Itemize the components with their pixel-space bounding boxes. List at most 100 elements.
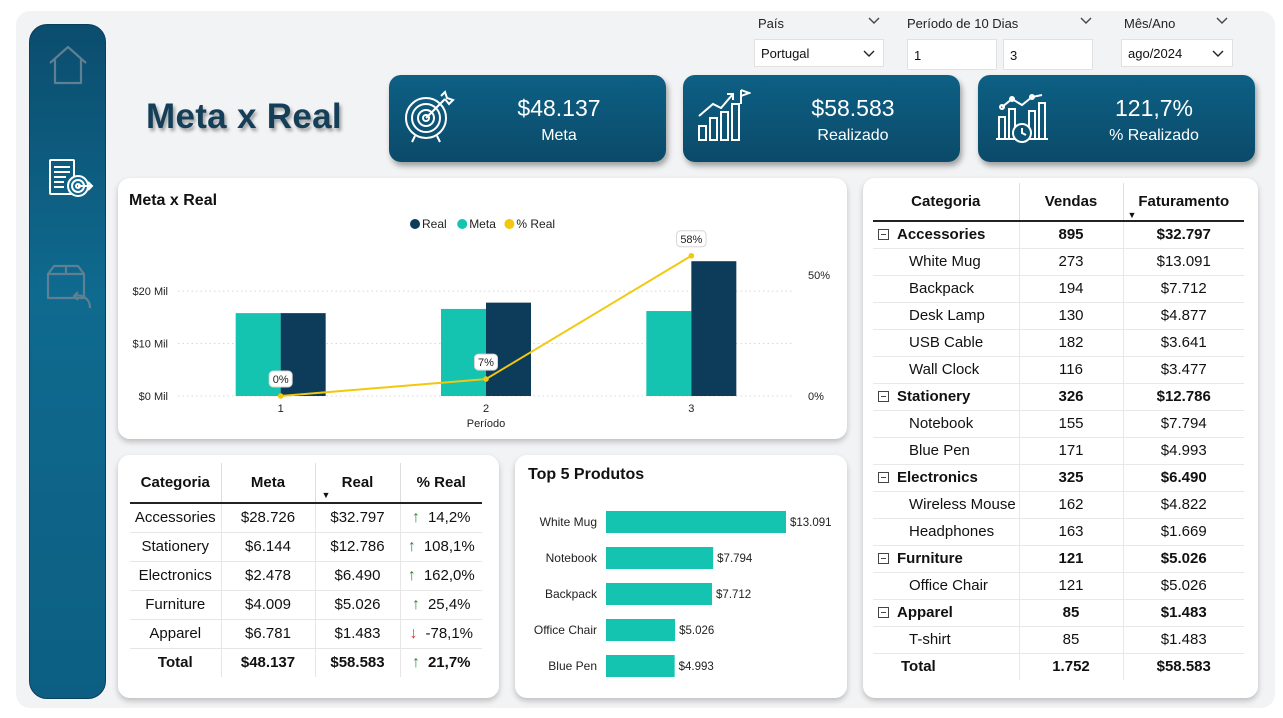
product-bar[interactable] [606, 583, 713, 605]
matrix-col-categoria[interactable]: Categoria [873, 183, 1020, 222]
periodo-to-input[interactable]: 3 [1003, 39, 1093, 70]
legend-label[interactable]: Meta [469, 217, 496, 231]
pct-value: 21,7% [427, 653, 471, 671]
mes-ano-dropdown-value: ago/2024 [1128, 46, 1183, 61]
matrix-item-row[interactable]: White Mug 273 $13.091 [873, 248, 1244, 276]
periodo-from-input[interactable]: 1 [907, 39, 997, 70]
collapse-icon[interactable] [878, 391, 889, 402]
matrix-item-row[interactable]: Notebook 155 $7.794 [873, 410, 1244, 438]
table-row[interactable]: Stationery $6.144 $12.786 ↑ 108,1% [130, 532, 482, 562]
bar-value-label: $5.026 [679, 625, 714, 637]
matrix-cell-categoria: Blue Pen [873, 437, 1020, 465]
matrix-cell-categoria: Headphones [873, 518, 1020, 546]
top5-products-card: Top 5 Produtos White Mug $13.091 Notebook $… [515, 455, 847, 698]
bar-meta[interactable] [646, 311, 692, 396]
matrix-item-row[interactable]: Blue Pen 171 $4.993 [873, 437, 1244, 465]
chevron-down-icon[interactable] [1216, 17, 1228, 25]
kpi-pct-label: % Realizado [1109, 127, 1199, 144]
product-bar[interactable] [606, 655, 675, 677]
pct-point[interactable] [688, 252, 695, 259]
col-header-meta[interactable]: Meta [221, 463, 316, 504]
matrix-item-row[interactable]: Wireless Mouse 162 $4.822 [873, 491, 1244, 519]
bar-real[interactable] [691, 261, 737, 396]
x-axis-title: Período [467, 418, 506, 430]
meta-real-combo-chart: $0 Mil $10 Mil $20 Mil 0% 50% 1 2 3 Período 0% 7% 5… [133, 217, 831, 430]
matrix-item-row[interactable]: Office Chair 121 $5.026 [873, 572, 1244, 600]
kpi-card-realizado: $58.583 Realizado [683, 75, 960, 162]
home-icon[interactable] [44, 41, 92, 89]
target-icon [405, 90, 455, 143]
bar-real[interactable] [486, 302, 531, 396]
matrix-cell-vendas: 85 [1019, 599, 1124, 627]
matrix-group-row[interactable]: Electronics 325 $6.490 [873, 464, 1244, 492]
matrix-group-row[interactable]: Stationery 326 $12.786 [873, 383, 1244, 411]
table-row[interactable]: Apparel $6.781 $1.483 ↓ -78,1% [130, 619, 482, 649]
table-total-row[interactable]: Total $48.137 $58.583 ↑ 21,7% [130, 648, 482, 677]
table-row[interactable]: Accessories $28.726 $32.797 ↑ 14,2% [130, 503, 482, 533]
table-row[interactable]: Electronics $2.478 $6.490 ↑ 162,0% [130, 561, 482, 591]
matrix-group-row[interactable]: Furniture 121 $5.026 [873, 545, 1244, 573]
matrix-item-row[interactable]: Backpack 194 $7.712 [873, 275, 1244, 303]
cell-meta: $48.137 [221, 648, 316, 677]
product-bar[interactable] [606, 619, 676, 641]
cell-meta: $28.726 [221, 503, 316, 533]
matrix-col-faturamento[interactable]: Faturamento ▼ [1123, 183, 1244, 222]
collapse-icon[interactable] [878, 472, 889, 483]
matrix-total-row[interactable]: Total 1.752 $58.583 [873, 653, 1244, 680]
collapse-icon[interactable] [878, 607, 889, 618]
data-label: 58% [680, 234, 702, 246]
collapse-icon[interactable] [878, 229, 889, 241]
kpi-card-pct-realizado: 121,7% % Realizado [978, 75, 1255, 162]
pct-point[interactable] [483, 376, 489, 382]
col-header-categoria[interactable]: Categoria [130, 463, 222, 504]
pct-value: 162,0% [423, 566, 475, 584]
matrix-group-row[interactable]: Accessories 895 $32.797 [873, 221, 1244, 249]
col-header-pct-real[interactable]: % Real [400, 463, 482, 504]
table-row[interactable]: Furniture $4.009 $5.026 ↑ 25,4% [130, 590, 482, 620]
legend-label[interactable]: Real [422, 217, 447, 231]
chevron-down-icon[interactable] [1080, 17, 1092, 25]
matrix-cell-faturamento: $1.669 [1123, 518, 1244, 546]
group-name: Electronics [897, 469, 978, 486]
matrix-group-row[interactable]: Apparel 85 $1.483 [873, 599, 1244, 627]
arrow-up-icon: ↑ [407, 537, 416, 555]
analytics-clock-icon [996, 94, 1048, 143]
box-return-icon[interactable] [44, 262, 92, 310]
matrix-item-row[interactable]: Desk Lamp 130 $4.877 [873, 302, 1244, 330]
bar-category-label: White Mug [540, 515, 597, 529]
chevron-down-icon[interactable] [868, 17, 880, 25]
matrix-cell-faturamento: $1.483 [1123, 599, 1244, 627]
matrix-item-row[interactable]: Wall Clock 116 $3.477 [873, 356, 1244, 384]
arrow-down-icon: ↓ [409, 624, 418, 642]
matrix-cell-categoria: Accessories [873, 221, 1020, 249]
col-header-real[interactable]: Real ▼ [315, 463, 401, 504]
matrix-cell-vendas: 162 [1019, 491, 1124, 519]
matrix-item-row[interactable]: Headphones 163 $1.669 [873, 518, 1244, 546]
matrix-col-faturamento-label: Faturamento [1138, 193, 1230, 210]
product-bar[interactable] [606, 547, 714, 569]
pais-dropdown[interactable]: Portugal [754, 39, 884, 67]
cell-pct-real: ↑ 14,2% [400, 503, 482, 533]
matrix-cell-vendas: 1.752 [1019, 653, 1124, 680]
collapse-icon[interactable] [878, 553, 889, 564]
matrix-cell-faturamento: $5.026 [1123, 572, 1244, 600]
matrix-cell-faturamento: $32.797 [1123, 221, 1244, 249]
matrix-cell-faturamento: $4.993 [1123, 437, 1244, 465]
matrix-cell-faturamento: $58.583 [1156, 658, 1211, 676]
matrix-item-row[interactable]: T-shirt 85 $1.483 [873, 626, 1244, 654]
mes-ano-dropdown[interactable]: ago/2024 [1121, 39, 1233, 67]
pct-point[interactable] [277, 393, 284, 399]
pct-value: 25,4% [427, 595, 471, 613]
legend-label[interactable]: % Real [516, 217, 555, 231]
report-target-icon[interactable] [44, 156, 94, 204]
sort-desc-icon: ▼ [321, 490, 331, 500]
matrix-cell-faturamento: $6.490 [1123, 464, 1244, 492]
mes-ano-filter-label: Mês/Ano [1124, 16, 1176, 31]
bar-category-label: Backpack [545, 587, 598, 601]
matrix-col-vendas[interactable]: Vendas [1019, 183, 1124, 222]
matrix-cell-categoria: Apparel [873, 599, 1020, 627]
chevron-down-icon [863, 50, 875, 57]
matrix-item-row[interactable]: USB Cable 182 $3.641 [873, 329, 1244, 357]
matrix-cell-categoria: Furniture [873, 545, 1020, 573]
product-bar[interactable] [606, 511, 786, 533]
